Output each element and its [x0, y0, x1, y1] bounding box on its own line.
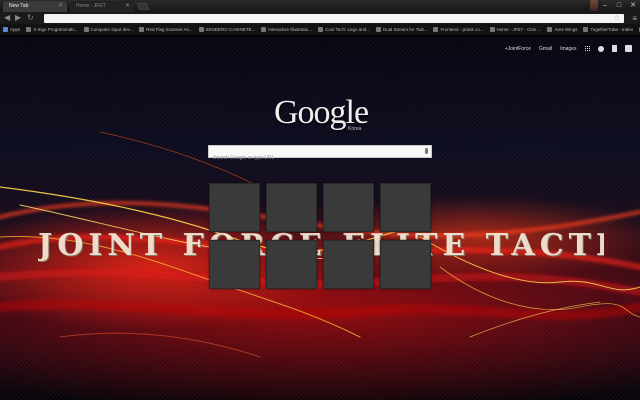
- page-icon: [547, 27, 553, 32]
- bookmark-item[interactable]: Interactive Illustratio...: [261, 27, 312, 32]
- most-visited-tile[interactable]: [380, 183, 431, 232]
- bookmark-label: Apps: [10, 27, 21, 32]
- share-icon[interactable]: [612, 45, 617, 52]
- bookmark-item[interactable]: Home - JFET - Clan ...: [489, 27, 542, 32]
- bookmark-label: Dual Stream for Twit...: [383, 27, 428, 32]
- bookmark-item[interactable]: X-Ingo Programmab...: [26, 27, 78, 32]
- maximize-button[interactable]: □: [614, 1, 624, 10]
- page-icon: [583, 27, 589, 32]
- apps-grid-icon[interactable]: [584, 45, 590, 52]
- search-input[interactable]: [209, 152, 409, 164]
- bookmark-item[interactable]: Apps: [3, 27, 20, 32]
- most-visited-tile[interactable]: [209, 240, 260, 289]
- bookmark-label: Computer input dev...: [90, 27, 134, 32]
- bookmark-label: X-Ingo Programmab...: [33, 27, 78, 32]
- tab-new-tab[interactable]: New Tab ✕: [3, 1, 67, 12]
- apps-grid-icon: [3, 27, 8, 32]
- forward-arrow-icon[interactable]: ▶: [15, 14, 21, 22]
- page-icon: [139, 27, 145, 32]
- bookmark-label: Ares Wings: [554, 27, 578, 32]
- images-link[interactable]: Images: [560, 46, 576, 52]
- account-icon[interactable]: [625, 45, 632, 52]
- menu-icon[interactable]: ≡: [632, 14, 637, 23]
- microphone-icon[interactable]: [425, 148, 428, 154]
- search-box[interactable]: [208, 145, 432, 164]
- bookmark-item[interactable]: Ares Wings: [547, 27, 577, 32]
- bookmark-item[interactable]: Dual Stream for Twit...: [376, 27, 427, 32]
- new-tab-button[interactable]: [136, 3, 150, 10]
- bookmark-item[interactable]: Cool Tech: Lego and...: [318, 27, 370, 32]
- tab-title: Home - JFET: [76, 3, 106, 9]
- reload-icon[interactable]: ↻: [27, 14, 34, 22]
- new-tab-page: +JointForce Gmail Images Google Korea JO…: [0, 37, 640, 400]
- gmail-link[interactable]: Gmail: [539, 46, 552, 52]
- back-arrow-icon[interactable]: ◀: [4, 14, 10, 22]
- minimize-button[interactable]: –: [600, 1, 610, 10]
- close-icon[interactable]: ✕: [58, 1, 63, 12]
- address-bar[interactable]: ☆: [44, 14, 624, 23]
- most-visited-tile[interactable]: [323, 183, 374, 232]
- user-link[interactable]: +JointForce: [505, 46, 531, 52]
- bookmark-item[interactable]: Frontend - prank co...: [433, 27, 484, 32]
- page-icon: [489, 27, 495, 32]
- most-visited-tile[interactable]: [380, 240, 431, 289]
- close-icon[interactable]: ✕: [125, 1, 130, 12]
- page-icon: [261, 27, 267, 32]
- tab-home-jfet[interactable]: Home - JFET ✕: [70, 1, 134, 12]
- bookmark-label: Red Flag Scanner As...: [146, 27, 193, 32]
- logo-country: Korea: [348, 126, 362, 132]
- close-window-button[interactable]: ✕: [628, 1, 638, 10]
- browser-window: New Tab ✕ Home - JFET ✕ – □ ✕ ◀ ▶ ↻ ☆ ≡ …: [0, 0, 640, 400]
- bookmark-label: SENDERO CASINETE...: [205, 27, 256, 32]
- page-icon: [318, 27, 324, 32]
- star-icon[interactable]: ☆: [614, 14, 620, 23]
- bookmark-label: Interactive Illustratio...: [268, 27, 313, 32]
- bookmark-item[interactable]: Computer input dev...: [83, 27, 134, 32]
- page-icon: [83, 27, 89, 32]
- bookmark-label: Home - JFET - Clan ...: [496, 27, 542, 32]
- bookmark-label: TogetherTube - Index: [590, 27, 634, 32]
- window-controls: – □ ✕: [600, 1, 638, 10]
- most-visited-tile[interactable]: [266, 240, 317, 289]
- bookmark-item[interactable]: Red Flag Scanner As...: [139, 27, 193, 32]
- tab-title: New Tab: [9, 3, 29, 9]
- bookmark-label: Cool Tech: Lego and...: [325, 27, 371, 32]
- bookmarks-bar: Apps X-Ingo Programmab... Computer input d…: [0, 24, 640, 36]
- page-icon: [376, 27, 382, 32]
- profile-avatar[interactable]: [590, 0, 598, 11]
- most-visited-tiles: [209, 183, 433, 290]
- page-icon: [433, 27, 439, 32]
- most-visited-tile[interactable]: [266, 183, 317, 232]
- bookmark-item[interactable]: TogetherTube - Index: [583, 27, 633, 32]
- most-visited-tile[interactable]: [323, 240, 374, 289]
- bookmark-label: Frontend - prank co...: [440, 27, 484, 32]
- notifications-icon[interactable]: [598, 45, 604, 52]
- page-icon: [26, 27, 32, 32]
- bookmark-item[interactable]: SENDERO CASINETE...: [198, 27, 256, 32]
- tab-strip: New Tab ✕ Home - JFET ✕ – □ ✕: [0, 0, 640, 12]
- page-icon: [198, 27, 204, 32]
- top-links: +JointForce Gmail Images: [505, 45, 632, 52]
- most-visited-tile[interactable]: [209, 183, 260, 232]
